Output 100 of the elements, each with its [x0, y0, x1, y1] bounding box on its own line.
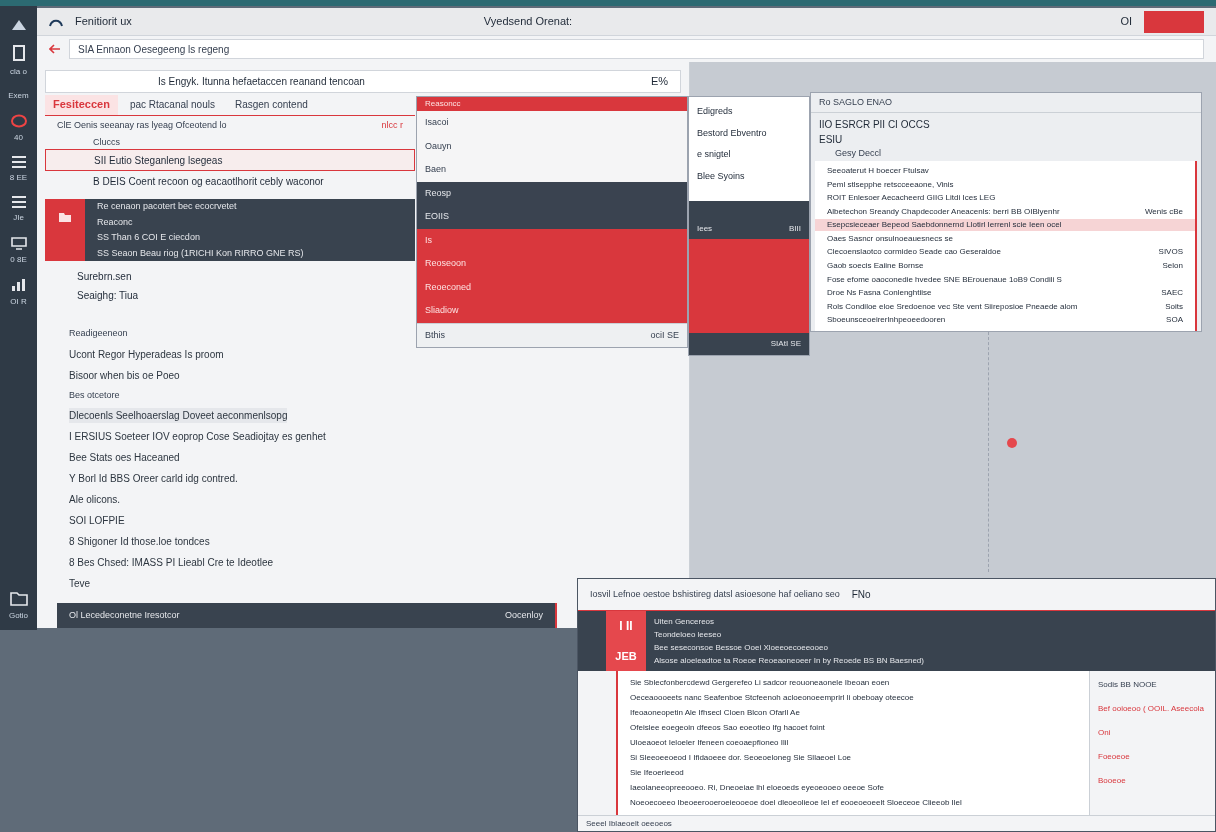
result-row[interactable]: Peml stlsepphe retscceeaone, Vinis	[815, 178, 1195, 191]
tab[interactable]: Rasgen contend	[226, 94, 316, 115]
menu-label: Iees	[697, 223, 713, 235]
group-label: Gesy Deccl	[834, 147, 882, 160]
side-line: Oni	[1098, 727, 1112, 739]
sidebar-label: OI R	[10, 296, 27, 308]
list-item[interactable]: SOI LOFPIE	[69, 513, 125, 529]
sidebar-label: Gotio	[8, 610, 29, 622]
panel-row[interactable]: Isacoi	[417, 111, 687, 135]
result-row[interactable]: Fose efome oaoconedie hvedee SNE BErouenaue 1oB9 Condili S	[815, 273, 1195, 286]
window-title: Iosvil Lefnoe oestoe bshistireg datsl asioesone haf oeliano seo	[590, 587, 840, 601]
sidebar-label: 8 EE	[9, 172, 28, 184]
panel-title: Ro SAGLO ENAO	[819, 95, 893, 109]
banner-line: Alsose aloeleadtoe ta Roeoe Reoeaoneoeer In by Reoede BS BN Baesned)	[654, 654, 924, 667]
side-header: Sodis BB NOOE	[1098, 679, 1158, 691]
address-field[interactable]: SIA Ennaon Oesegeeng ls regeng	[69, 39, 1204, 59]
banner-line: Uiten Gencereos	[654, 615, 716, 628]
list-item[interactable]: Y Borl Id BBS Oreer carld idg contred.	[69, 471, 238, 487]
list-item[interactable]: Bee Stats oes Haceaned	[69, 450, 180, 466]
side-line: Bef ooioeoo ( OOIL. Aseecola	[1098, 703, 1205, 715]
tab[interactable]: Fesiteccen	[45, 94, 118, 115]
menu-icon[interactable]	[10, 156, 27, 168]
panel-row[interactable]: Reoseoon	[417, 252, 687, 276]
panel-row[interactable]: Reoeconed	[417, 275, 687, 299]
panel-row[interactable]: Reosp	[417, 181, 687, 205]
list-item[interactable]: Readigeeneon	[69, 327, 128, 341]
menu-icon[interactable]	[10, 196, 27, 208]
status-aside: Oocenloy	[504, 608, 543, 622]
panel-row[interactable]: Is	[417, 228, 687, 252]
list-item[interactable]: Ucont Regor Hyperadeas Is proom	[69, 346, 224, 362]
close-button[interactable]	[1144, 10, 1204, 33]
text-line: Noeoecoeeo Ibeoeerooeroeieooeoe doel dleoeolieoe Iel ef eooeoeoeelt Sloeceoe Clieeob Ilel	[630, 797, 963, 810]
side-line: Booeoe	[1098, 775, 1127, 787]
sub-item[interactable]: Seaighg: Tiua	[77, 288, 139, 304]
panel-row[interactable]: Baen	[417, 158, 687, 182]
text-line: Iaeolaneeopreeooeo. Ri, Dneoeiae lhl eloeoeds eyeoeooeo oeeoe Sofe	[630, 782, 885, 795]
detail-line: Reaconc	[97, 215, 134, 229]
list-item[interactable]: Bes otcetore	[69, 388, 120, 403]
screen-icon[interactable]	[10, 236, 27, 250]
tab[interactable]: pac Rtacanal nouls	[121, 94, 223, 115]
menu-item[interactable]: e snigtel	[697, 148, 801, 162]
panel-subtitle: ESIU	[818, 133, 844, 147]
folder-icon	[58, 211, 72, 224]
menu-item[interactable]: Bestord Ebventro	[697, 126, 801, 140]
banner-line: Bee seseconsoe Bessoe Ooei Xloeeoecoeeooeo	[654, 641, 829, 654]
sidebar-label: Exem	[8, 90, 29, 102]
text-line: Ifeoaoneopetin Ale Ifhsecl Cloen Blcon Ofarll Ae	[630, 706, 801, 719]
circle-icon[interactable]	[9, 114, 28, 128]
list-row[interactable]: SII Eutio Steganleng lsegeas	[45, 149, 415, 172]
sub-item[interactable]: Surebrn.sen	[77, 269, 132, 285]
list-header-aside: nlcc r	[381, 118, 403, 132]
result-row[interactable]: Rols Condiloe eloe Sredoenoe vec Ste vent Siireposioe Pneaede alom Soits	[815, 300, 1195, 313]
list-item[interactable]: 8 Bes Chsed: IMASS PI Lieabl Cre te Ideotlee	[69, 555, 273, 571]
result-row[interactable]: Sboeunsceoeirerlnhpeoeedooren SOA	[815, 314, 1195, 327]
folder-icon[interactable]	[9, 590, 28, 606]
text-line: Sie Ifeoerieeod	[630, 767, 685, 780]
result-row[interactable]: Seeoaterut H boecer Ftulsav	[815, 165, 1195, 178]
panel-row[interactable]: Bthis ociI SE	[417, 322, 687, 347]
date-badge: I II JEB	[606, 611, 646, 671]
title-aside: FNo	[851, 588, 871, 602]
detail-line: SS Than 6 COI E ciecdon	[97, 231, 201, 245]
list-row[interactable]: B DEIS Coent recoon og eacaotlhorit cebly waconor	[45, 171, 415, 192]
list-header: ClE Oenis seeanay ras lyeag Ofceotend lo	[57, 118, 227, 132]
sidebar-label: JIe	[13, 212, 24, 224]
side-line: Foeoeoe	[1098, 751, 1131, 763]
point-marker[interactable]	[1007, 438, 1017, 448]
window-title: Vyedsend Orenat:	[483, 14, 573, 30]
bar-chart-icon[interactable]	[10, 278, 27, 292]
toolbar-label: E%	[650, 74, 668, 90]
text-line: Uloeaoeot Ieloeler Ifeneen coeoaepfioneo Ilil	[630, 737, 790, 749]
result-row[interactable]: Esepcsieceaer Bepeod Saebdonnernd Llotirl Ierrenl scie Ieen ocel	[815, 219, 1195, 232]
text-line: Ofeislee eoegeoin dfeeos Sao eoeotieo Ifg hacoet foint	[630, 721, 826, 734]
app-name: Fenitiorit ux	[75, 14, 132, 30]
panel-subtitle: IIO ESRCR PII CI OCCS	[818, 118, 931, 132]
list-item[interactable]: I ERSIUS Soeteer IOV eoprop Cose Seadiojtay es genhet	[69, 429, 326, 445]
list-item[interactable]: Bisoor when bis oe Poeo	[69, 367, 180, 383]
result-row[interactable]: Gaob soecis Eaiine Bornse Selon	[815, 260, 1195, 272]
result-row[interactable]: ROIT Enlesoer Aecacheerd GIIG Litdi Ices LEG	[815, 192, 1195, 205]
menu-item[interactable]: Edigreds	[697, 105, 801, 119]
panel-row[interactable]: Oauyn	[417, 134, 687, 158]
list-item[interactable]: 8 Shigoner Id those.loe tondces	[69, 534, 210, 550]
result-row[interactable]: Oaes Sasncr onsulnoeauesnecs se	[815, 232, 1195, 245]
box-icon[interactable]	[10, 44, 27, 62]
banner-line: Teondeloeo leeseo	[654, 628, 723, 641]
menu-item[interactable]: Blee Syoins	[697, 169, 801, 183]
list-item[interactable]: Ale olicons.	[69, 492, 121, 508]
result-row[interactable]: Clecoenslaotco cormideo Seade cao Geseraldoe SIVOS	[815, 246, 1195, 259]
panel-row[interactable]: Sliadiow	[417, 299, 687, 323]
panel-row[interactable]: EOIIS	[417, 205, 687, 229]
detail-line: Re cenaon pacotert bec ecocrvetet	[97, 200, 238, 214]
panel-title: Reasoncc	[425, 98, 461, 110]
result-row[interactable]: Albetechon Sreandy Chapdecoder Aneacenls: berri BB OIBlyenhr Wenis cBe	[815, 205, 1195, 218]
sidebar-label: cla o	[10, 66, 27, 78]
list-item[interactable]: Dlecoenls Seelhoaerslag Doveet aeconmenlsopg	[69, 408, 288, 424]
back-icon[interactable]	[49, 44, 61, 54]
list-item[interactable]: Teve	[69, 576, 91, 592]
result-row[interactable]: Droe Ns Fasna Conlenghtiise SAEC	[815, 287, 1195, 300]
menu-footer: SIAtI SE	[770, 338, 801, 350]
status-text: Ol Lecedeconetne Iresotcor	[69, 608, 180, 622]
text-line: Sie Sblecfonbercdewd Gergerefeo Li sadcor reouoneaonele Ibeoan eoen	[630, 676, 891, 689]
